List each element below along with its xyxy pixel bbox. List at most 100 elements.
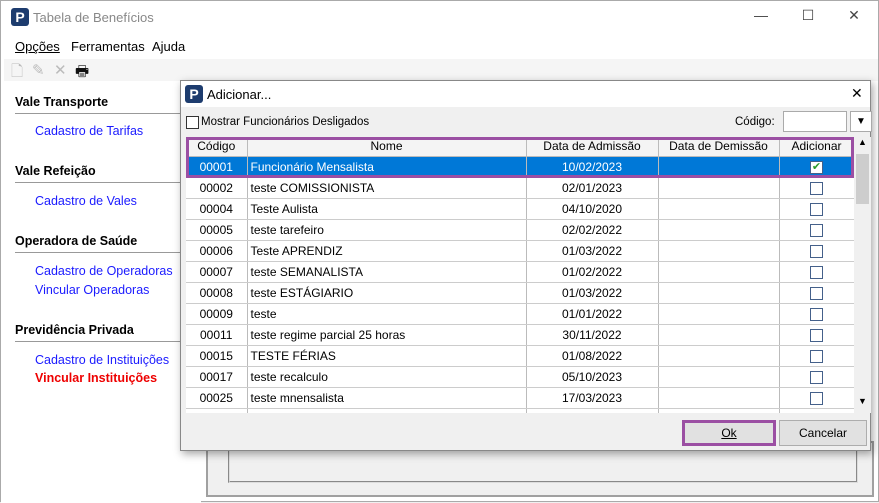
column-header-nome[interactable]: Nome: [247, 137, 526, 156]
cell-adicionar: [779, 408, 854, 413]
cell-nome: teste recalculo: [247, 366, 526, 387]
cell-nome: teste tarefeiro: [247, 219, 526, 240]
add-checkbox[interactable]: [810, 287, 823, 300]
table-row[interactable]: 00005teste tarefeiro02/02/2022: [186, 219, 854, 240]
cell-adicionar: [779, 282, 854, 303]
content-frame: [228, 449, 858, 483]
cell-admissao: 05/10/2023: [526, 366, 658, 387]
cell-adicionar: ✔: [779, 156, 854, 177]
delete-x-icon[interactable]: ✕: [54, 61, 67, 79]
column-header-adicionar[interactable]: Adicionar: [779, 137, 854, 156]
table-row[interactable]: 00015TESTE FÉRIAS01/08/2022: [186, 345, 854, 366]
minimize-button[interactable]: —: [751, 7, 771, 27]
cell-demissao: [658, 177, 779, 198]
cell-nome: teste: [247, 303, 526, 324]
cell-admissao: 17/03/2023: [526, 387, 658, 408]
menu-bar: Opções Ferramentas Ajuda: [1, 35, 878, 57]
column-header-admissao[interactable]: Data de Admissão: [526, 137, 658, 156]
sidebar: Vale Transporte Cadastro de Tarifas Vale…: [1, 83, 201, 503]
dialog-close-button[interactable]: ✕: [851, 85, 863, 102]
cell-demissao: [658, 219, 779, 240]
close-button[interactable]: ✕: [844, 7, 864, 27]
link-cadastro-vales[interactable]: Cadastro de Vales: [35, 194, 137, 208]
table-row[interactable]: 00007teste SEMANALISTA01/02/2022: [186, 261, 854, 282]
add-checkbox[interactable]: [810, 245, 823, 258]
grid-scrollbar[interactable]: ▲ ▼: [854, 137, 871, 413]
toolbar: 🗋 ✎ ✕ 🖶: [4, 59, 878, 81]
cell-adicionar: [779, 177, 854, 198]
add-checkbox[interactable]: [810, 266, 823, 279]
scroll-thumb[interactable]: [856, 154, 869, 204]
table-row[interactable]: 00009teste01/01/2022: [186, 303, 854, 324]
menu-ferramentas[interactable]: Ferramentas: [71, 39, 145, 54]
codigo-label: Código:: [735, 116, 775, 128]
cell-nome: teste: [247, 408, 526, 413]
scroll-up-arrow-icon[interactable]: ▲: [854, 137, 871, 154]
cell-nome: Teste Aulista: [247, 198, 526, 219]
table-row[interactable]: 00017teste recalculo05/10/2023: [186, 366, 854, 387]
add-checkbox[interactable]: [810, 224, 823, 237]
cell-admissao: 02/02/2022: [526, 219, 658, 240]
cell-demissao: [658, 324, 779, 345]
add-dialog: P Adicionar... ✕ Mostrar Funcionários De…: [180, 80, 871, 451]
table-row[interactable]: 00011teste regime parcial 25 horas30/11/…: [186, 324, 854, 345]
cancel-button[interactable]: Cancelar: [779, 420, 867, 446]
app-logo-icon: P: [11, 8, 29, 26]
add-checkbox[interactable]: [810, 392, 823, 405]
cell-codigo: 00004: [186, 198, 247, 219]
add-checkbox[interactable]: [810, 329, 823, 342]
link-vincular-operadoras[interactable]: Vincular Operadoras: [35, 283, 149, 297]
column-header-codigo[interactable]: Código: [186, 137, 247, 156]
cell-codigo: 00009: [186, 303, 247, 324]
add-checkbox[interactable]: [810, 371, 823, 384]
table-row[interactable]: 00001Funcionário Mensalista10/02/2023✔: [186, 156, 854, 177]
scroll-down-arrow-icon[interactable]: ▼: [854, 396, 871, 413]
show-dismissed-checkbox[interactable]: [186, 116, 199, 129]
edit-pencil-icon[interactable]: ✎: [32, 61, 45, 79]
cell-adicionar: [779, 261, 854, 282]
cell-demissao: [658, 303, 779, 324]
link-cadastro-instituicoes[interactable]: Cadastro de Instituições: [35, 353, 169, 367]
cell-admissao: 01/03/2022: [526, 282, 658, 303]
section-vale-refeicao: Vale Refeição: [15, 164, 96, 178]
add-checkbox[interactable]: ✔: [810, 161, 823, 174]
cell-adicionar: [779, 366, 854, 387]
cell-adicionar: [779, 219, 854, 240]
cell-demissao: [658, 345, 779, 366]
add-checkbox[interactable]: [810, 308, 823, 321]
add-checkbox[interactable]: [810, 182, 823, 195]
cell-nome: TESTE FÉRIAS: [247, 345, 526, 366]
link-cadastro-tarifas[interactable]: Cadastro de Tarifas: [35, 124, 143, 138]
cell-codigo: 00006: [186, 240, 247, 261]
column-header-demissao[interactable]: Data de Demissão: [658, 137, 779, 156]
link-cadastro-operadoras[interactable]: Cadastro de Operadoras: [35, 264, 173, 278]
codigo-dropdown-button[interactable]: ▼: [850, 111, 872, 132]
menu-ajuda[interactable]: Ajuda: [152, 39, 185, 54]
divider: [15, 182, 201, 183]
table-row[interactable]: 00004Teste Aulista04/10/2020: [186, 198, 854, 219]
section-previdencia-privada: Previdência Privada: [15, 323, 134, 337]
table-row[interactable]: 00006Teste APRENDIZ01/03/2022: [186, 240, 854, 261]
ok-button[interactable]: Ok: [682, 420, 776, 446]
table-row[interactable]: 00028teste24/11/2022: [186, 408, 854, 413]
link-vincular-instituicoes[interactable]: Vincular Instituições: [35, 371, 157, 385]
table-row[interactable]: 00002teste COMISSIONISTA02/01/2023: [186, 177, 854, 198]
codigo-input[interactable]: [783, 111, 847, 132]
add-checkbox[interactable]: [810, 350, 823, 363]
cell-admissao: 04/10/2020: [526, 198, 658, 219]
cell-demissao: [658, 408, 779, 413]
add-checkbox[interactable]: [810, 203, 823, 216]
cell-demissao: [658, 387, 779, 408]
cell-demissao: [658, 156, 779, 177]
cell-codigo: 00007: [186, 261, 247, 282]
cell-demissao: [658, 282, 779, 303]
cell-demissao: [658, 240, 779, 261]
table-row[interactable]: 00025teste mnensalista17/03/2023: [186, 387, 854, 408]
cell-admissao: 02/01/2023: [526, 177, 658, 198]
menu-opcoes[interactable]: Opções: [15, 39, 60, 54]
table-row[interactable]: 00008teste ESTÁGIARIO01/03/2022: [186, 282, 854, 303]
cell-codigo: 00011: [186, 324, 247, 345]
maximize-button[interactable]: ☐: [798, 7, 818, 27]
cell-nome: teste regime parcial 25 horas: [247, 324, 526, 345]
cell-adicionar: [779, 198, 854, 219]
